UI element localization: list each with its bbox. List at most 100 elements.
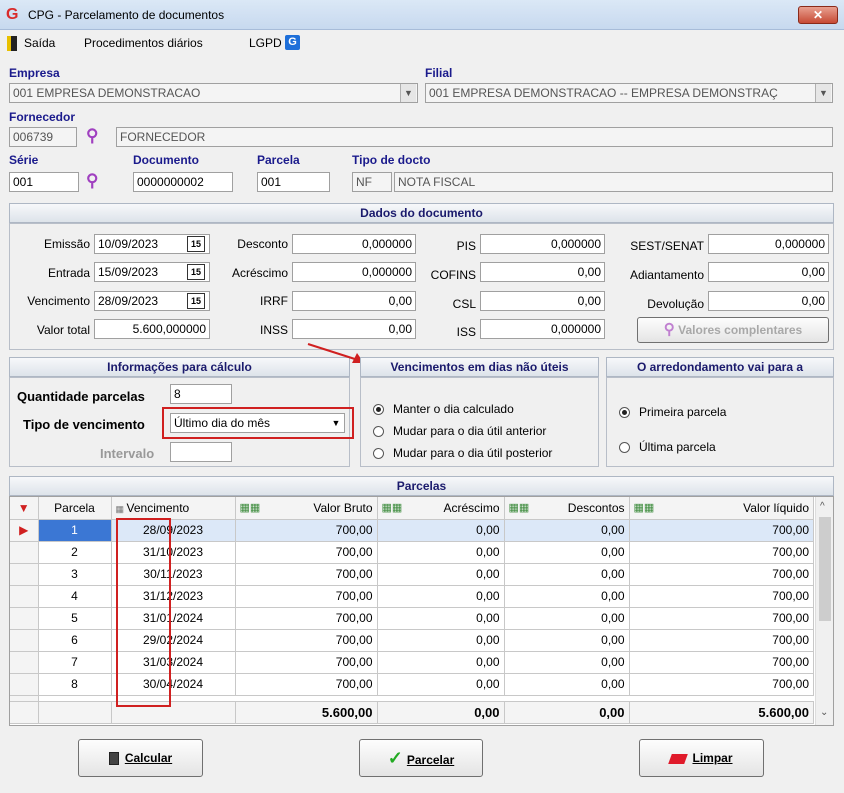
cell-parcela[interactable]: 8	[38, 673, 112, 696]
cell-descontos[interactable]: 0,00	[504, 585, 630, 608]
cell-parcela[interactable]: 6	[38, 629, 112, 652]
cell-acrescimo[interactable]: 0,00	[377, 541, 505, 564]
pis-input[interactable]: 0,000000	[480, 234, 605, 254]
cell-valor-bruto[interactable]: 700,00	[235, 563, 378, 586]
menu-item-lgpd[interactable]: LGPD	[249, 36, 282, 50]
row-selector[interactable]	[10, 673, 39, 696]
filial-select[interactable]: 001 EMPRESA DEMONSTRACAO -- EMPRESA DEMO…	[425, 83, 833, 103]
fornecedor-code-input[interactable]: 006739	[9, 127, 77, 147]
chevron-down-icon[interactable]: ▼	[328, 414, 344, 432]
close-button[interactable]: ✕	[798, 6, 838, 24]
row-selector[interactable]	[10, 607, 39, 630]
cell-descontos[interactable]: 0,00	[504, 519, 630, 542]
cell-valor-bruto[interactable]: 700,00	[235, 651, 378, 674]
cell-valor-bruto[interactable]: 700,00	[235, 673, 378, 696]
cell-valor-bruto[interactable]: 700,00	[235, 519, 378, 542]
cell-valor-liquido[interactable]: 700,00	[629, 673, 814, 696]
acrescimo-input[interactable]: 0,000000	[292, 262, 416, 282]
desconto-input[interactable]: 0,000000	[292, 234, 416, 254]
cell-parcela[interactable]: 5	[38, 607, 112, 630]
cell-descontos[interactable]: 0,00	[504, 607, 630, 630]
cell-parcela[interactable]: 7	[38, 651, 112, 674]
row-selector[interactable]	[10, 629, 39, 652]
irrf-input[interactable]: 0,00	[292, 291, 416, 311]
cell-acrescimo[interactable]: 0,00	[377, 519, 505, 542]
cell-parcela[interactable]: 2	[38, 541, 112, 564]
documento-input[interactable]: 0000000002	[133, 172, 233, 192]
csl-input[interactable]: 0,00	[480, 291, 605, 311]
cell-parcela[interactable]: 3	[38, 563, 112, 586]
cell-valor-liquido[interactable]: 700,00	[629, 607, 814, 630]
cell-valor-bruto[interactable]: 700,00	[235, 541, 378, 564]
col-valor-bruto[interactable]: ▦▦ Valor Bruto	[235, 497, 378, 520]
cell-parcela[interactable]: 1	[38, 519, 112, 542]
intervalo-input[interactable]	[170, 442, 232, 462]
cell-valor-liquido[interactable]: 700,00	[629, 519, 814, 542]
col-descontos[interactable]: ▦▦ Descontos	[504, 497, 630, 520]
cell-valor-liquido[interactable]: 700,00	[629, 585, 814, 608]
radio-dia-util-anterior[interactable]	[373, 426, 384, 437]
search-icon[interactable]: ⚲	[86, 171, 98, 191]
parcela-input[interactable]: 001	[257, 172, 330, 192]
calendar-icon[interactable]: 15	[187, 236, 205, 252]
calendar-icon[interactable]: 15	[187, 264, 205, 280]
scroll-up-icon[interactable]: ^	[820, 501, 825, 512]
tipo-docto-code[interactable]: NF	[352, 172, 392, 192]
col-acrescimo[interactable]: ▦▦ Acréscimo	[377, 497, 505, 520]
tipo-vencimento-select[interactable]: Último dia do mês	[170, 413, 345, 433]
cell-valor-liquido[interactable]: 700,00	[629, 563, 814, 586]
inss-input[interactable]: 0,00	[292, 319, 416, 339]
cell-valor-liquido[interactable]: 700,00	[629, 629, 814, 652]
menu-item-procedimentos[interactable]: Procedimentos diários	[84, 36, 203, 50]
menu-item-saida[interactable]: Saída	[24, 36, 55, 50]
cell-valor-bruto[interactable]: 700,00	[235, 585, 378, 608]
cell-descontos[interactable]: 0,00	[504, 651, 630, 674]
cell-valor-liquido[interactable]: 700,00	[629, 541, 814, 564]
cell-descontos[interactable]: 0,00	[504, 629, 630, 652]
parcelar-button[interactable]: ✓ Parcelar	[359, 739, 483, 777]
devolucao-input[interactable]: 0,00	[708, 291, 829, 311]
cell-acrescimo[interactable]: 0,00	[377, 629, 505, 652]
cell-acrescimo[interactable]: 0,00	[377, 607, 505, 630]
cell-acrescimo[interactable]: 0,00	[377, 563, 505, 586]
sest-input[interactable]: 0,000000	[708, 234, 829, 254]
empresa-select[interactable]: 001 EMPRESA DEMONSTRACAO	[9, 83, 418, 103]
row-selector[interactable]	[10, 563, 39, 586]
chevron-down-icon[interactable]: ▼	[815, 84, 831, 102]
chevron-down-icon[interactable]: ▼	[400, 84, 416, 102]
scroll-down-icon[interactable]: ⌄	[820, 707, 828, 718]
row-selector[interactable]	[10, 585, 39, 608]
cell-acrescimo[interactable]: 0,00	[377, 585, 505, 608]
col-parcela[interactable]: Parcela	[38, 497, 112, 520]
vertical-scrollbar[interactable]: ^ ⌄	[815, 497, 833, 725]
radio-primeira-parcela[interactable]	[619, 407, 630, 418]
search-icon[interactable]: ⚲	[86, 126, 98, 146]
cell-descontos[interactable]: 0,00	[504, 541, 630, 564]
cell-acrescimo[interactable]: 0,00	[377, 651, 505, 674]
cell-valor-liquido[interactable]: 700,00	[629, 651, 814, 674]
cell-valor-bruto[interactable]: 700,00	[235, 607, 378, 630]
cell-valor-bruto[interactable]: 700,00	[235, 629, 378, 652]
cell-descontos[interactable]: 0,00	[504, 673, 630, 696]
col-vencimento[interactable]: ▦ Vencimento	[111, 497, 236, 520]
quantidade-parcelas-input[interactable]: 8	[170, 384, 232, 404]
calcular-button[interactable]: Calcular	[78, 739, 203, 777]
valores-complementares-button[interactable]: ⚲ Valores complentares	[637, 317, 829, 343]
col-valor-liquido[interactable]: ▦▦ Valor líquido	[629, 497, 814, 520]
adiantamento-input[interactable]: 0,00	[708, 262, 829, 282]
row-selector[interactable]	[10, 541, 39, 564]
cell-parcela[interactable]: 4	[38, 585, 112, 608]
cofins-input[interactable]: 0,00	[480, 262, 605, 282]
scrollbar-thumb[interactable]	[819, 517, 831, 621]
calendar-icon[interactable]: 15	[187, 293, 205, 309]
radio-dia-util-posterior[interactable]	[373, 448, 384, 459]
serie-input[interactable]: 001	[9, 172, 79, 192]
sort-down-icon[interactable]: ▼	[10, 497, 39, 520]
radio-ultima-parcela[interactable]	[619, 442, 630, 453]
limpar-button[interactable]: Limpar	[639, 739, 764, 777]
iss-input[interactable]: 0,000000	[480, 319, 605, 339]
row-selector[interactable]	[10, 651, 39, 674]
cell-acrescimo[interactable]: 0,00	[377, 673, 505, 696]
radio-manter[interactable]	[373, 404, 384, 415]
cell-descontos[interactable]: 0,00	[504, 563, 630, 586]
